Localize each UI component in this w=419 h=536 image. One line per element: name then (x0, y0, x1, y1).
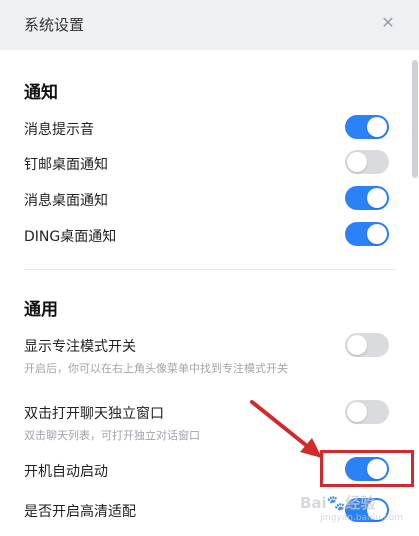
setting-label-focus-mode: 显示专注模式开关 (24, 339, 136, 355)
section-title-notify: 通知 (24, 83, 58, 103)
setting-desc-focus-mode: 开启后，你可以在右上角头像菜单中找到专注模式开关 (24, 362, 288, 375)
toggle-knob (347, 152, 367, 172)
watermark-domain: jingyan.baidu.com (320, 513, 404, 523)
setting-desc-double-click-chat-window: 双击聊天列表，可打开独立对话窗口 (24, 429, 200, 442)
setting-label-auto-start: 开机自动启动 (24, 464, 108, 480)
close-icon[interactable]: ✕ (379, 14, 397, 32)
section-divider (24, 269, 396, 270)
setting-label-hd-adapt: 是否开启高清适配 (24, 504, 136, 520)
toggle-focus-mode[interactable] (345, 333, 389, 357)
section-title-general: 通用 (24, 300, 58, 320)
toggle-knob (367, 224, 387, 244)
annotation-arrow-icon (250, 400, 322, 458)
toggle-knob (347, 335, 367, 355)
annotation-highlight-box (320, 450, 414, 487)
toggle-double-click-chat-window[interactable] (345, 400, 389, 424)
toggle-mail-desktop-notify[interactable] (345, 150, 389, 174)
toggle-knob (367, 117, 387, 137)
toggle-knob (347, 402, 367, 422)
setting-label-message-desktop-notify: 消息桌面通知 (24, 193, 108, 209)
watermark-brand: Bai (300, 494, 327, 512)
toggle-message-desktop-notify[interactable] (345, 186, 389, 210)
setting-label-ding-desktop-notify: DING桌面通知 (24, 229, 117, 245)
title-bar: 系统设置 ✕ (0, 0, 419, 50)
setting-label-message-sound: 消息提示音 (24, 122, 94, 138)
toggle-ding-desktop-notify[interactable] (345, 222, 389, 246)
scrollbar-thumb[interactable] (412, 60, 418, 178)
watermark: Bai🐾经验 jingyan.baidu.com (300, 494, 404, 523)
setting-label-mail-desktop-notify: 钉邮桌面通知 (24, 157, 108, 173)
setting-label-double-click-chat-window: 双击打开聊天独立窗口 (24, 406, 164, 422)
toggle-knob (367, 188, 387, 208)
toggle-message-sound[interactable] (345, 115, 389, 139)
watermark-brand-suffix: 经验 (345, 494, 376, 512)
window-title: 系统设置 (24, 16, 85, 34)
